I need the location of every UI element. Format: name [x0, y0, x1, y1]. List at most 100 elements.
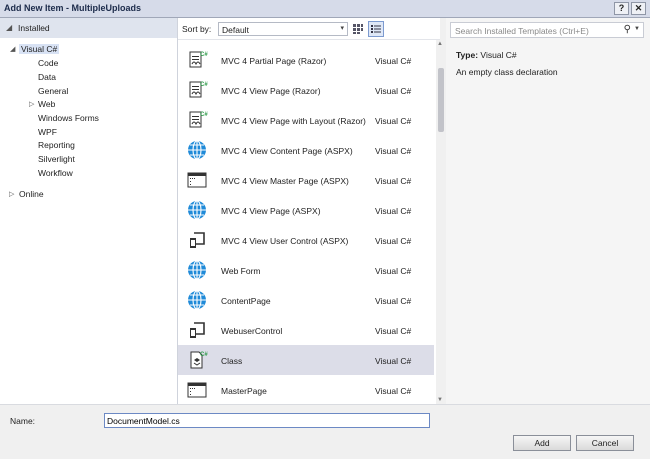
template-row[interactable]: ContentPage Visual C# — [178, 285, 434, 315]
scroll-thumb[interactable] — [438, 68, 444, 132]
title-bar: Add New Item - MultipleUploads ? ✕ — [0, 0, 650, 18]
search-icon[interactable]: ⚲ — [624, 24, 631, 35]
globe-icon — [186, 259, 208, 281]
razor-page-icon: C# — [186, 49, 208, 71]
master-page-icon — [186, 169, 208, 191]
small-icons-view-icon[interactable] — [350, 21, 366, 37]
template-name: ContentPage — [221, 296, 271, 306]
template-row[interactable]: C# MVC 4 View Page (Razor) Visual C# — [178, 75, 434, 105]
chevron-down-icon: ▾ — [340, 25, 344, 32]
svg-text:C#: C# — [200, 52, 208, 58]
tree-item-reporting[interactable]: Reporting — [38, 140, 75, 150]
template-type: Visual C# — [375, 236, 412, 246]
name-input[interactable] — [104, 413, 430, 428]
search-placeholder: Search Installed Templates (Ctrl+E) — [455, 26, 589, 36]
template-type: Visual C# — [375, 116, 412, 126]
template-row[interactable]: C# MVC 4 View Page with Layout (Razor) V… — [178, 105, 434, 135]
template-name: MVC 4 View Page with Layout (Razor) — [221, 116, 366, 126]
template-type: Visual C# — [375, 56, 412, 66]
template-type: Visual C# — [375, 146, 412, 156]
template-row[interactable]: MVC 4 View User Control (ASPX) Visual C# — [178, 225, 434, 255]
template-row[interactable]: WebuserControl Visual C# — [178, 315, 434, 345]
razor-page-icon: C# — [186, 79, 208, 101]
installed-label: Installed — [18, 23, 50, 33]
type-value: Visual C# — [480, 50, 517, 60]
chevron-down-icon[interactable]: ▼ — [634, 26, 640, 32]
globe-icon — [186, 139, 208, 161]
sort-toolbar: Sort by: Default ▾ — [178, 18, 440, 40]
cancel-button[interactable]: Cancel — [576, 435, 634, 451]
expand-arrow-icon[interactable]: ◢ — [10, 45, 15, 53]
scroll-down-icon[interactable]: ▼ — [437, 397, 443, 403]
template-name: MVC 4 View Master Page (ASPX) — [221, 176, 349, 186]
category-tree-pane: ◢ Installed ◢ Visual C# Code Data Genera… — [0, 18, 178, 404]
class-icon: C# — [186, 349, 208, 371]
template-row[interactable]: MVC 4 View Page (ASPX) Visual C# — [178, 195, 434, 225]
tree-item-general[interactable]: General — [38, 86, 68, 96]
template-row-selected[interactable]: C# Class Visual C# — [178, 345, 434, 375]
sort-by-label: Sort by: — [182, 24, 212, 34]
template-name: MasterPage — [221, 386, 267, 396]
template-row[interactable]: MVC 4 View Master Page (ASPX) Visual C# — [178, 165, 434, 195]
template-name: MVC 4 View User Control (ASPX) — [221, 236, 349, 246]
window-title: Add New Item - MultipleUploads — [4, 3, 142, 13]
name-label: Name: — [10, 416, 36, 426]
template-name: MVC 4 View Page (Razor) — [221, 86, 321, 96]
tree-item-online[interactable]: Online — [19, 189, 44, 199]
user-control-icon — [186, 229, 208, 251]
template-type: Visual C# — [375, 206, 412, 216]
collapsed-arrow-icon[interactable]: ▷ — [9, 190, 14, 198]
sort-by-value: Default — [222, 25, 249, 35]
template-name: MVC 4 View Content Page (ASPX) — [221, 146, 353, 156]
razor-page-icon: C# — [186, 109, 208, 131]
template-row[interactable]: Web Form Visual C# — [178, 255, 434, 285]
template-name: MVC 4 View Page (ASPX) — [221, 206, 321, 216]
bottom-bar: Name: Add Cancel — [0, 404, 650, 459]
template-type: Visual C# — [375, 326, 412, 336]
template-description: An empty class declaration — [456, 67, 558, 77]
template-list-scrollbar[interactable]: ▲ ▼ — [436, 40, 446, 404]
template-row[interactable]: C# MVC 4 Partial Page (Razor) Visual C# — [178, 45, 434, 75]
tree-item-wpf[interactable]: WPF — [38, 127, 57, 137]
globe-icon — [186, 289, 208, 311]
installed-header[interactable]: ◢ Installed — [0, 18, 177, 38]
add-button[interactable]: Add — [513, 435, 571, 451]
template-type: Visual C# — [375, 386, 412, 396]
scroll-up-icon[interactable]: ▲ — [437, 41, 443, 47]
master-page-icon — [186, 379, 208, 401]
type-label: Type: — [456, 50, 479, 60]
template-type: Visual C# — [375, 356, 412, 366]
globe-icon — [186, 199, 208, 221]
tree-item-code[interactable]: Code — [38, 58, 58, 68]
collapsed-arrow-icon[interactable]: ▷ — [29, 100, 34, 108]
svg-text:C#: C# — [200, 82, 208, 88]
svg-text:C#: C# — [200, 112, 208, 118]
search-templates-input[interactable]: Search Installed Templates (Ctrl+E) ⚲ ▼ — [450, 22, 644, 38]
template-type: Visual C# — [375, 266, 412, 276]
template-name: Class — [221, 356, 243, 366]
expanded-arrow-icon: ◢ — [6, 23, 13, 32]
template-list: C# MVC 4 Partial Page (Razor) Visual C# … — [178, 40, 440, 404]
template-row[interactable]: MVC 4 View Content Page (ASPX) Visual C# — [178, 135, 434, 165]
close-button[interactable]: ✕ — [631, 2, 646, 15]
template-name: Web Form — [221, 266, 261, 276]
tree-item-windows-forms[interactable]: Windows Forms — [38, 113, 99, 123]
template-name: WebuserControl — [221, 326, 283, 336]
user-control-icon — [186, 319, 208, 341]
template-type-info: Type: Visual C# — [456, 50, 517, 60]
template-type: Visual C# — [375, 176, 412, 186]
tree-item-web[interactable]: Web — [38, 99, 55, 109]
description-pane: Search Installed Templates (Ctrl+E) ⚲ ▼ … — [446, 18, 650, 404]
tree-item-visual-csharp[interactable]: Visual C# — [19, 44, 60, 54]
template-type: Visual C# — [375, 86, 412, 96]
list-view-icon[interactable] — [368, 21, 384, 37]
template-type: Visual C# — [375, 296, 412, 306]
tree-item-data[interactable]: Data — [38, 72, 56, 82]
template-name: MVC 4 Partial Page (Razor) — [221, 56, 327, 66]
sort-by-dropdown[interactable]: Default ▾ — [218, 22, 348, 36]
tree-item-silverlight[interactable]: Silverlight — [38, 154, 75, 164]
template-row[interactable]: MasterPage Visual C# — [178, 375, 434, 404]
svg-text:C#: C# — [200, 352, 208, 358]
tree-item-workflow[interactable]: Workflow — [38, 168, 73, 178]
help-button[interactable]: ? — [614, 2, 629, 15]
